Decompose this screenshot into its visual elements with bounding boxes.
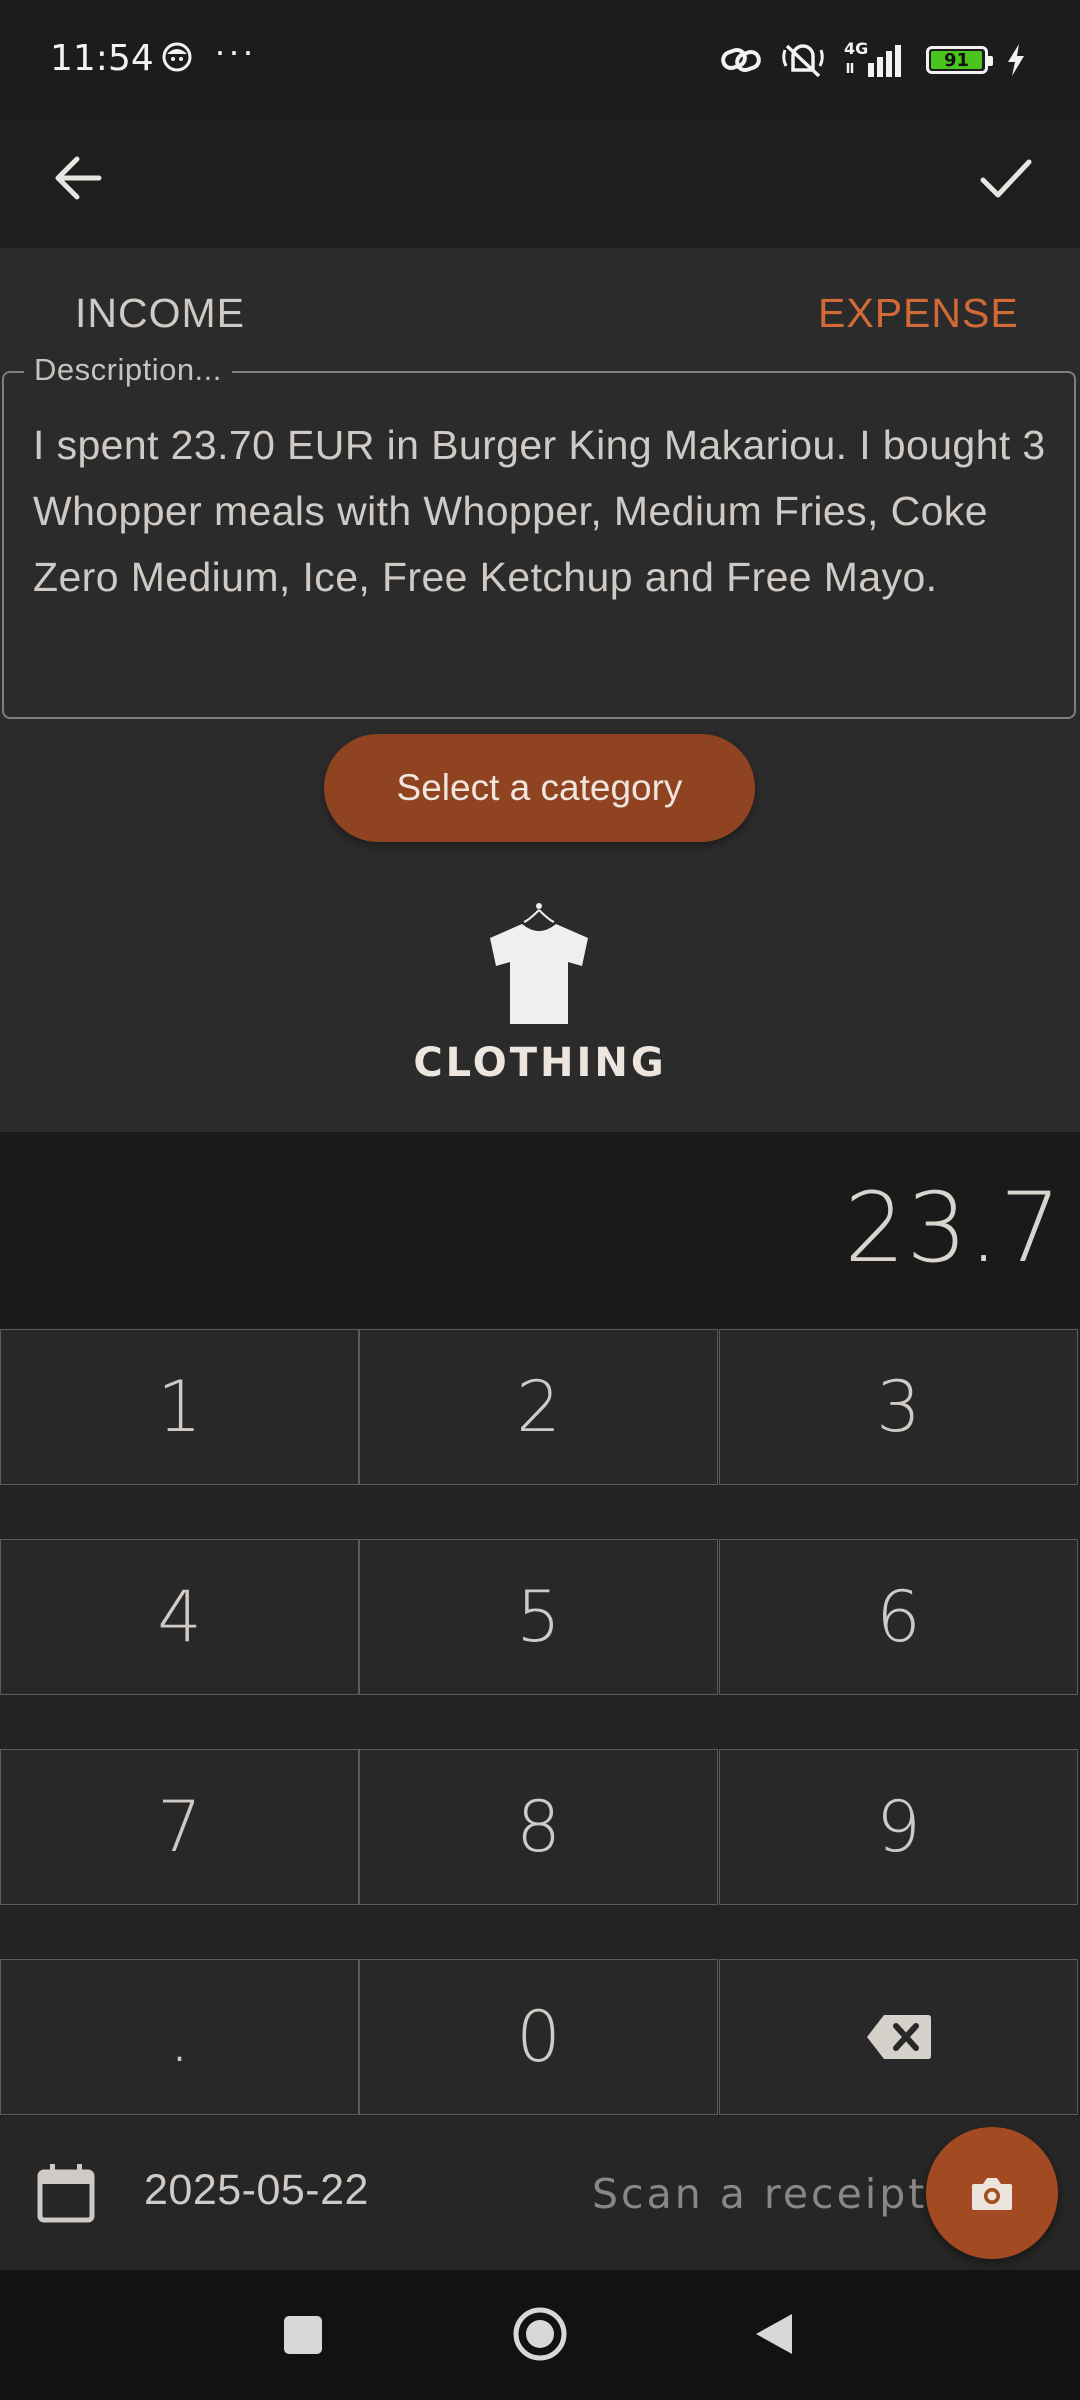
keypad-row-gap bbox=[0, 1485, 1080, 1539]
selected-category-label: CLOTHING bbox=[413, 1040, 667, 1086]
nav-home-button[interactable] bbox=[512, 2306, 568, 2362]
signal-indicator: 4G bbox=[844, 39, 908, 79]
calendar-icon[interactable] bbox=[36, 2162, 96, 2224]
signal-icon bbox=[846, 45, 901, 77]
more-notifications-icon: ··· bbox=[214, 30, 256, 71]
keypad-row-gap bbox=[0, 1905, 1080, 1959]
key-4[interactable]: 4 bbox=[0, 1539, 359, 1695]
nav-back-button[interactable] bbox=[752, 2310, 796, 2358]
scan-receipt-label[interactable]: Scan a receipt bbox=[592, 2170, 927, 2218]
nav-recents-button[interactable] bbox=[284, 2316, 322, 2354]
arrow-back-icon bbox=[55, 156, 102, 200]
select-category-button[interactable]: Select a category bbox=[324, 734, 755, 842]
save-button[interactable] bbox=[974, 146, 1038, 210]
scan-receipt-button[interactable] bbox=[926, 2127, 1058, 2259]
backspace-icon bbox=[866, 2015, 931, 2059]
amount-value: 23.7 bbox=[844, 1172, 1062, 1284]
key-2[interactable]: 2 bbox=[359, 1329, 718, 1485]
battery-icon: 91 bbox=[926, 46, 993, 74]
battery-level: 91 bbox=[943, 49, 969, 71]
battery-fill: 91 bbox=[931, 49, 982, 71]
status-icons: 4G 91 bbox=[720, 39, 1026, 80]
keypad-row-gap bbox=[0, 1695, 1080, 1749]
charging-icon bbox=[1008, 44, 1024, 76]
notification-app-icon bbox=[162, 42, 192, 72]
tab-expense[interactable]: EXPENSE bbox=[818, 290, 1019, 337]
key-5[interactable]: 5 bbox=[359, 1539, 718, 1695]
camera-icon bbox=[972, 2178, 1012, 2210]
key-backspace[interactable] bbox=[719, 1959, 1078, 2115]
key-3[interactable]: 3 bbox=[719, 1329, 1078, 1485]
date-value[interactable]: 2025-05-22 bbox=[144, 2166, 369, 2215]
tshirt-icon[interactable] bbox=[484, 900, 594, 1030]
tab-income[interactable]: INCOME bbox=[75, 290, 245, 337]
status-time: 11:54 bbox=[50, 38, 154, 79]
key-0[interactable]: 0 bbox=[359, 1959, 718, 2115]
app-bar bbox=[0, 120, 1080, 248]
description-label: Description... bbox=[24, 352, 232, 388]
link-icon bbox=[721, 47, 761, 73]
key-decimal[interactable]: . bbox=[0, 1959, 359, 2115]
description-input[interactable]: I spent 23.70 EUR in Burger King Makario… bbox=[33, 412, 1053, 610]
vibrate-off-icon bbox=[782, 44, 824, 78]
key-7[interactable]: 7 bbox=[0, 1749, 359, 1905]
key-6[interactable]: 6 bbox=[719, 1539, 1078, 1695]
key-8[interactable]: 8 bbox=[359, 1749, 718, 1905]
back-button[interactable] bbox=[46, 146, 110, 210]
key-9[interactable]: 9 bbox=[719, 1749, 1078, 1905]
check-icon bbox=[980, 159, 1032, 198]
key-1[interactable]: 1 bbox=[0, 1329, 359, 1485]
